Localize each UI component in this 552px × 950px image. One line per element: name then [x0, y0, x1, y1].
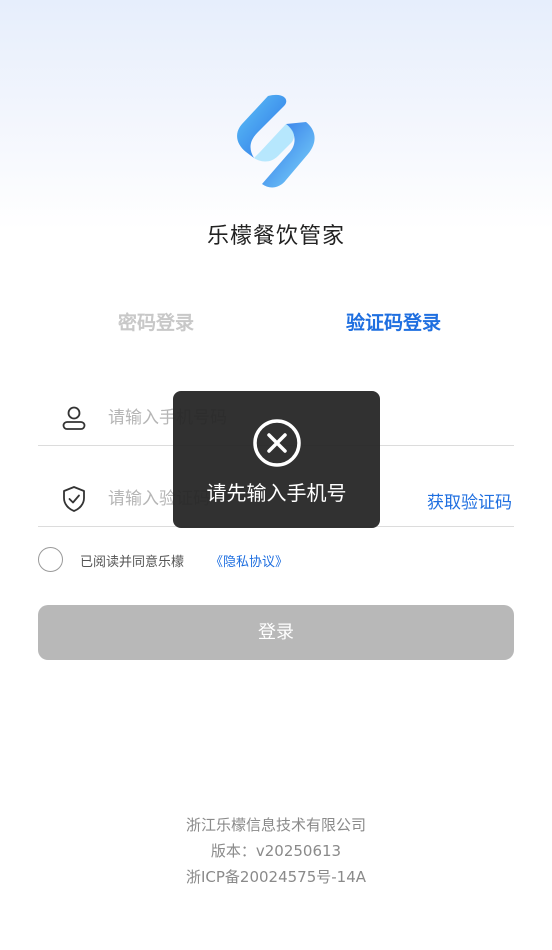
toast-message: 请先输入手机号	[206, 481, 347, 505]
version-text: 版本：v20250613	[210, 842, 342, 860]
company-name: 浙江乐檬信息技术有限公司	[185, 816, 366, 834]
tab-password-login[interactable]: 密码登录	[118, 308, 194, 335]
app-logo-icon	[237, 94, 315, 188]
privacy-policy-link[interactable]: 《隐私协议》	[210, 551, 288, 570]
footer: 浙江乐檬信息技术有限公司 版本：v20250613 浙ICP备20024575号…	[0, 812, 552, 890]
agreement-row: 已阅读并同意乐檬 《隐私协议》	[38, 547, 514, 573]
shield-check-icon	[63, 486, 85, 512]
agreement-text: 已阅读并同意乐檬	[80, 555, 185, 570]
login-tabs: 密码登录 验证码登录	[0, 308, 552, 338]
user-icon	[62, 406, 86, 430]
get-code-button[interactable]: 获取验证码	[427, 488, 512, 513]
toast: 请先输入手机号	[173, 391, 380, 528]
icp-number: 浙ICP备20024575号-14A	[185, 868, 367, 886]
agreement-checkbox[interactable]	[38, 547, 63, 572]
login-button[interactable]: 登录	[38, 605, 514, 660]
app-title: 乐檬餐饮管家	[206, 224, 345, 249]
close-circle-icon	[253, 419, 301, 467]
tab-code-login[interactable]: 验证码登录	[346, 308, 441, 335]
